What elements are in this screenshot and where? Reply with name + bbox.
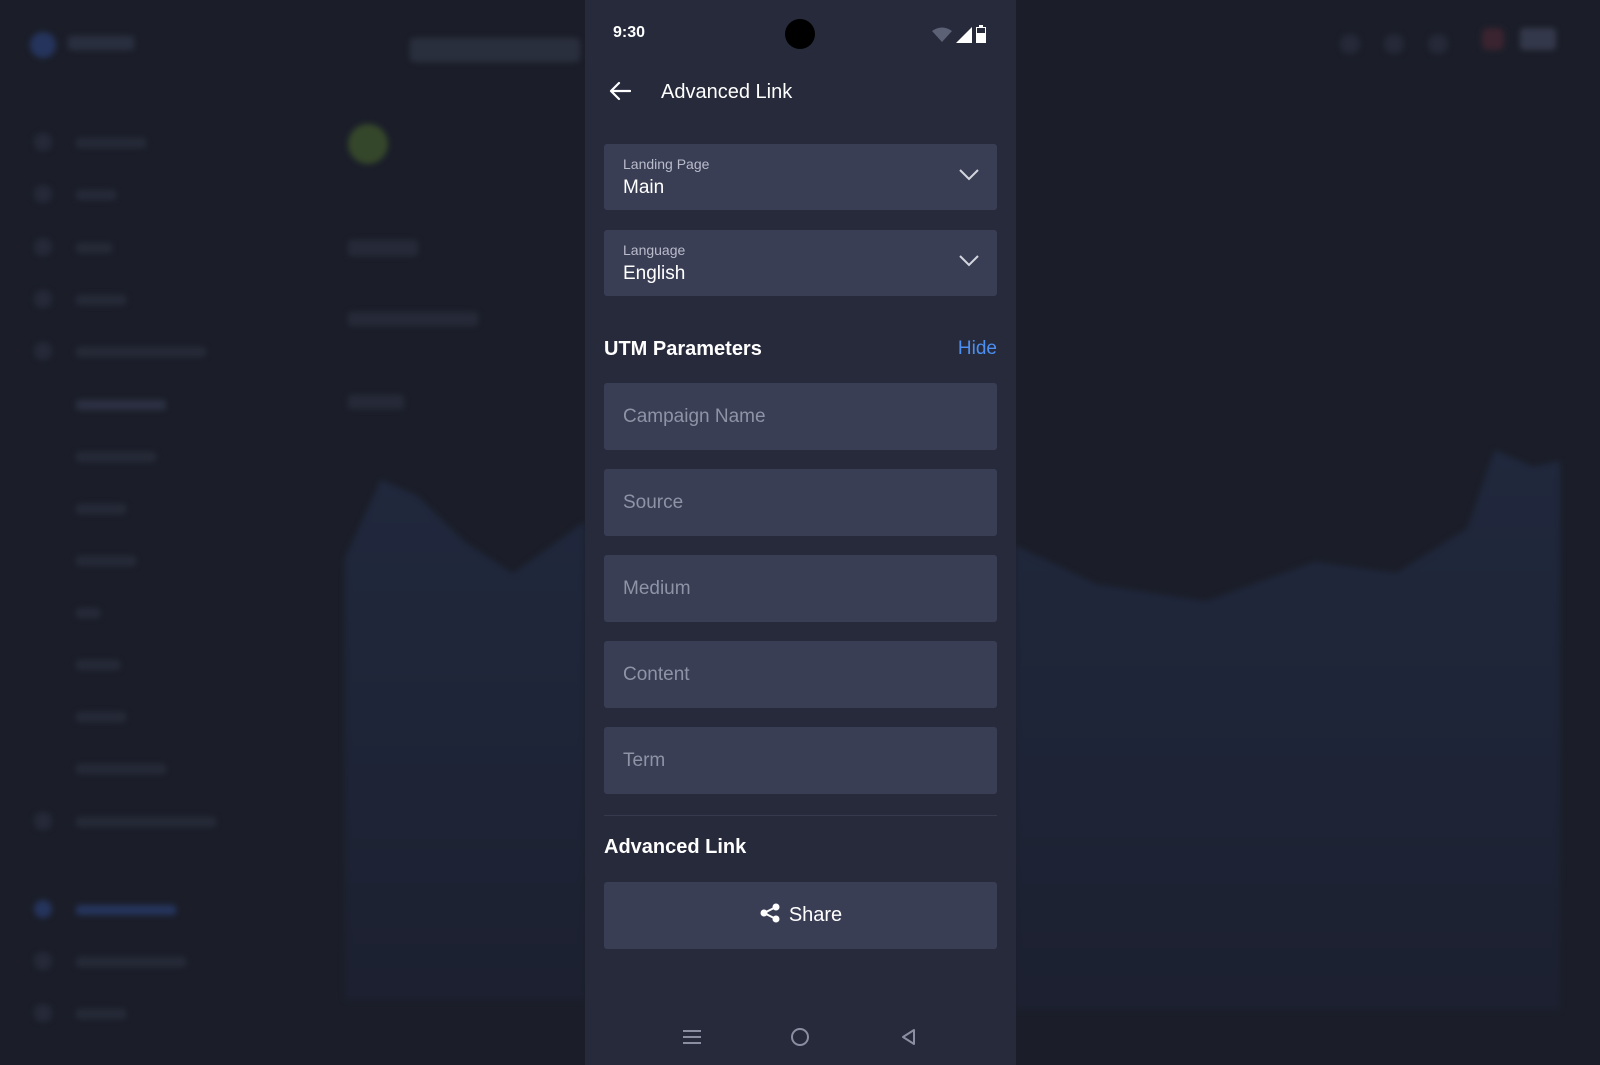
signal-icon — [956, 27, 972, 48]
content-input[interactable] — [604, 641, 997, 708]
landing-page-label: Landing Page — [623, 156, 710, 172]
medium-input[interactable] — [604, 555, 997, 622]
status-icons — [932, 25, 986, 48]
menu-icon — [682, 1029, 702, 1050]
camera-cutout — [785, 19, 815, 49]
nav-menu-button[interactable] — [678, 1025, 706, 1053]
status-bar: 9:30 — [585, 0, 1016, 66]
nav-back-button[interactable] — [894, 1025, 922, 1053]
chevron-down-icon — [959, 168, 979, 186]
page-title: Advanced Link — [661, 81, 793, 103]
app-bar: Advanced Link — [585, 66, 1016, 122]
home-icon — [790, 1027, 810, 1052]
campaign-name-input[interactable] — [604, 383, 997, 450]
advanced-link-title: Advanced Link — [604, 836, 747, 858]
chevron-down-icon — [959, 254, 979, 272]
wifi-icon — [932, 27, 952, 48]
divider — [604, 815, 997, 816]
language-select[interactable]: Language English — [604, 230, 997, 296]
hide-utm-link[interactable]: Hide — [958, 338, 997, 360]
system-nav-bar — [585, 1013, 1016, 1065]
utm-section-title: UTM Parameters — [604, 338, 762, 360]
share-label: Share — [788, 904, 843, 926]
nav-home-button[interactable] — [786, 1025, 814, 1053]
language-label: Language — [623, 242, 686, 258]
status-time: 9:30 — [613, 24, 646, 41]
language-value: English — [623, 263, 686, 284]
share-button[interactable]: Share — [604, 882, 997, 949]
source-input[interactable] — [604, 469, 997, 536]
landing-page-value: Main — [623, 177, 665, 198]
back-arrow-icon — [609, 81, 632, 106]
landing-page-select[interactable]: Landing Page Main — [604, 144, 997, 210]
back-triangle-icon — [900, 1028, 916, 1051]
term-input[interactable] — [604, 727, 997, 794]
phone-screen: 9:30 Advanced Link Landing Page Main Lan… — [585, 0, 1016, 1065]
share-icon — [759, 902, 781, 929]
back-button[interactable] — [603, 76, 637, 110]
battery-icon — [976, 25, 986, 48]
